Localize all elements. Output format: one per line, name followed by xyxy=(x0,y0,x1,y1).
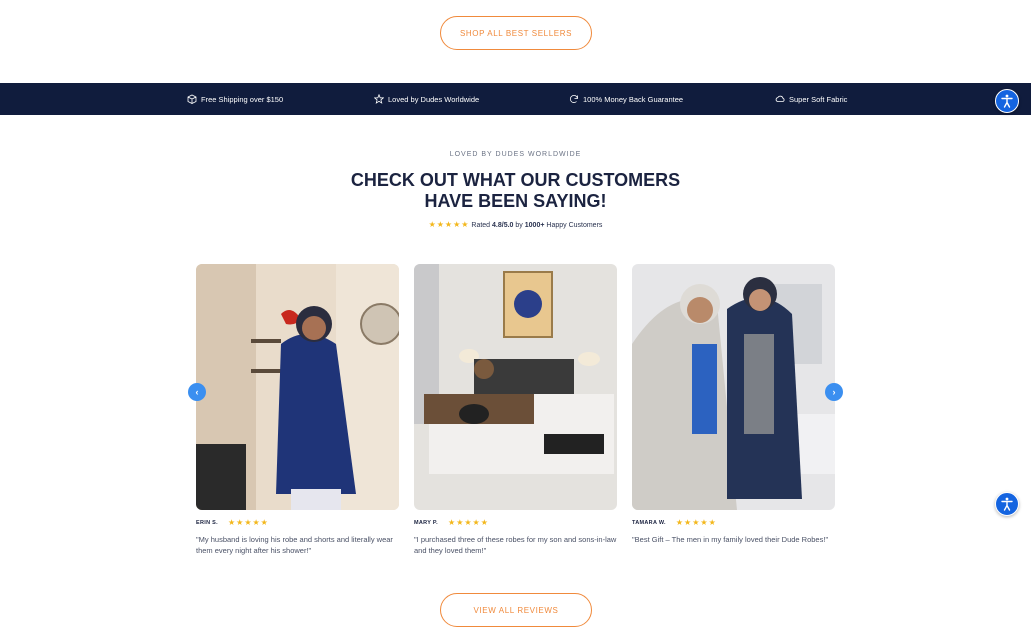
review-stars: ★★★★★ xyxy=(227,518,269,527)
section-heading: CHECK OUT WHAT OUR CUSTOMERS HAVE BEEN S… xyxy=(0,170,1031,212)
view-all-reviews-button[interactable]: VIEW ALL REVIEWS xyxy=(440,593,592,627)
review-card: ERIN S. ★★★★★ "My husband is loving his … xyxy=(196,264,399,556)
review-photo xyxy=(414,264,617,510)
rating-mid: by xyxy=(515,222,523,229)
feature-label: Super Soft Fabric xyxy=(789,94,848,104)
heading-line: CHECK OUT WHAT OUR CUSTOMERS xyxy=(350,170,681,190)
review-photo xyxy=(196,264,399,510)
feature-label: Free Shipping over $150 xyxy=(201,94,284,104)
accessibility-icon xyxy=(1001,497,1013,511)
chevron-left-icon: ‹ xyxy=(195,387,199,397)
rating-value: 4.8/5.0 xyxy=(492,222,514,229)
feature-loved-by-dudes: Loved by Dudes Worldwide xyxy=(374,83,479,115)
review-quote: "I purchased three of these robes for my… xyxy=(414,535,617,555)
feature-money-back: 100% Money Back Guarantee xyxy=(569,83,683,115)
carousel-next-button[interactable]: › xyxy=(825,383,843,401)
heading-line: HAVE BEEN SAYING! xyxy=(424,191,607,211)
cloud-icon xyxy=(775,95,785,102)
rating-stars: ★★★★★ xyxy=(428,220,470,229)
feature-free-shipping: Free Shipping over $150 xyxy=(187,83,283,115)
reviewer-name: MARY P. xyxy=(414,519,439,526)
shop-all-best-sellers-button[interactable]: SHOP ALL BEST SELLERS xyxy=(440,16,592,50)
carousel-prev-button[interactable]: ‹ xyxy=(188,383,206,401)
review-card: TAMARA W. ★★★★★ "Best Gift – The men in … xyxy=(632,264,835,545)
chevron-right-icon: › xyxy=(832,387,836,397)
review-stars: ★★★★★ xyxy=(675,518,717,527)
review-meta: TAMARA W. ★★★★★ xyxy=(632,518,835,527)
review-photo xyxy=(632,264,835,510)
reviewer-name: ERIN S. xyxy=(196,519,218,526)
feature-bar: Free Shipping over $150 Loved by Dudes W… xyxy=(0,83,1031,115)
feature-label: Loved by Dudes Worldwide xyxy=(388,94,480,104)
box-icon xyxy=(187,94,197,104)
rating-summary: ★★★★★ Rated 4.8/5.0 by 1000+ Happy Custo… xyxy=(0,220,1031,229)
review-meta: ERIN S. ★★★★★ xyxy=(196,518,399,527)
section-eyebrow: LOVED BY DUDES WORLDWIDE xyxy=(449,151,582,158)
reviewer-name: TAMARA W. xyxy=(632,519,666,526)
rating-suffix: Happy Customers xyxy=(546,222,603,229)
rating-prefix: Rated xyxy=(471,222,491,229)
refresh-icon xyxy=(569,95,578,103)
review-stars: ★★★★★ xyxy=(448,518,489,527)
star-outline-icon xyxy=(374,94,384,104)
feature-soft-fabric: Super Soft Fabric xyxy=(775,83,847,115)
accessibility-button[interactable] xyxy=(995,89,1019,113)
accessibility-button[interactable] xyxy=(995,492,1019,516)
feature-label: 100% Money Back Guarantee xyxy=(583,94,684,104)
review-card: MARY P. ★★★★★ "I purchased three of thes… xyxy=(414,264,617,556)
review-quote: "My husband is loving his robe and short… xyxy=(196,535,393,555)
review-quote: "Best Gift – The men in my family loved … xyxy=(632,535,829,544)
rating-count: 1000+ xyxy=(524,222,545,229)
accessibility-icon xyxy=(1001,94,1013,108)
review-meta: MARY P. ★★★★★ xyxy=(414,518,617,527)
